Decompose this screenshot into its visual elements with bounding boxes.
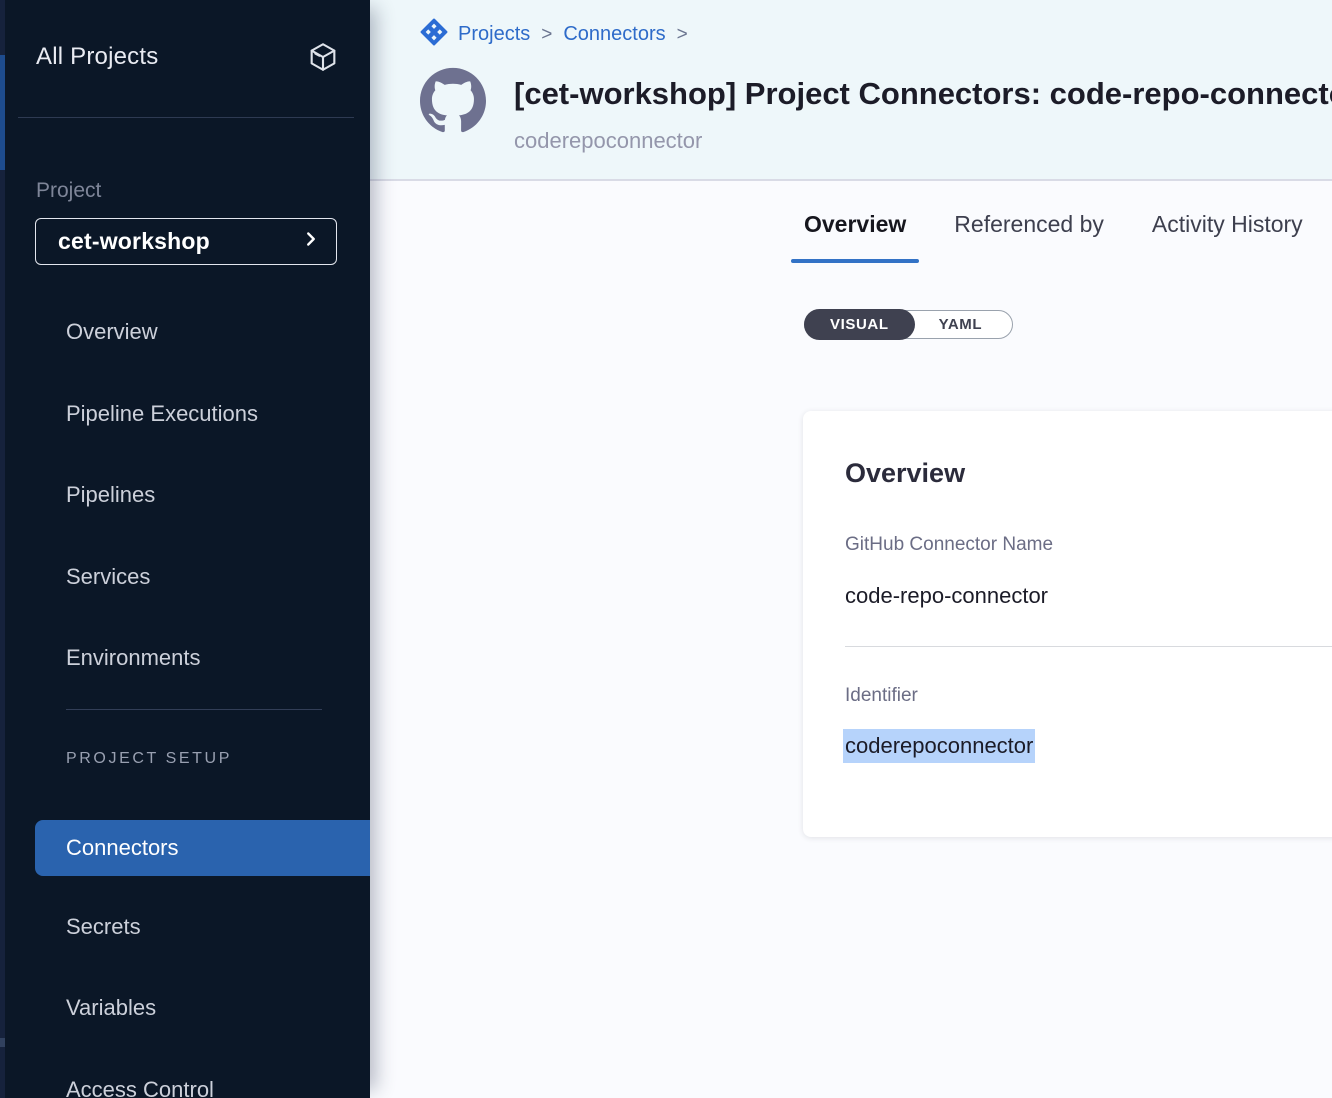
yaml-toggle-button[interactable]: YAML: [915, 316, 1013, 333]
selected-text-highlight: coderepoconnector: [843, 729, 1035, 763]
breadcrumb: Projects > Connectors >: [420, 18, 689, 51]
card-heading: Overview: [845, 458, 1332, 489]
sidebar-item-label: Secrets: [66, 914, 141, 939]
sidebar-divider: [66, 709, 322, 710]
all-projects-label[interactable]: All Projects: [36, 43, 158, 71]
project-selector-value: cet-workshop: [58, 228, 210, 255]
project-selector[interactable]: cet-workshop: [35, 218, 337, 265]
sidebar-item-services[interactable]: Services: [0, 557, 370, 597]
cube-icon[interactable]: [306, 40, 340, 74]
sidebar-item-secrets[interactable]: Secrets: [0, 907, 370, 947]
github-icon: [420, 67, 486, 133]
project-label: Project: [36, 179, 101, 203]
tab-label: Referenced by: [954, 211, 1104, 237]
module-rail-blip: [0, 1038, 5, 1047]
main-content: Overview Referenced by Activity History …: [370, 181, 1332, 1098]
sidebar-item-environments[interactable]: Environments: [0, 638, 370, 678]
page-header: Projects > Connectors > [cet-workshop] P…: [370, 0, 1332, 181]
all-projects-row: All Projects: [36, 40, 340, 74]
sidebar-item-label: Access Control: [66, 1077, 214, 1098]
sidebar-divider: [18, 117, 354, 118]
sidebar-item-label: Pipeline Executions: [66, 401, 258, 426]
sidebar-item-connectors[interactable]: Connectors: [35, 820, 370, 876]
sidebar-item-pipeline-executions[interactable]: Pipeline Executions: [0, 394, 370, 434]
tab-referenced-by[interactable]: Referenced by: [941, 211, 1117, 263]
tab-label: Overview: [804, 211, 906, 237]
sidebar-item-label: Pipelines: [66, 482, 155, 507]
module-rail-highlight: [0, 55, 5, 170]
breadcrumb-link-projects[interactable]: Projects: [458, 23, 530, 46]
page-subtitle: coderepoconnector: [514, 128, 702, 154]
tab-overview[interactable]: Overview: [791, 211, 919, 263]
tab-bar: Overview Referenced by Activity History: [791, 211, 1316, 263]
visual-yaml-toggle: VISUAL YAML: [804, 310, 1013, 339]
sidebar-item-label: Overview: [66, 319, 158, 344]
sidebar-item-label: Services: [66, 564, 150, 589]
chevron-right-icon: [300, 228, 322, 255]
visual-toggle-button[interactable]: VISUAL: [804, 309, 915, 340]
field-label-identifier: Identifier: [845, 685, 1332, 707]
card-divider: [845, 646, 1332, 647]
breadcrumb-separator: >: [676, 24, 689, 46]
sidebar-item-access-control[interactable]: Access Control: [0, 1070, 370, 1098]
breadcrumb-separator: >: [540, 24, 553, 46]
tab-label: Activity History: [1152, 211, 1303, 237]
overview-card: Overview GitHub Connector Name code-repo…: [803, 411, 1332, 837]
breadcrumb-link-connectors[interactable]: Connectors: [563, 23, 665, 46]
harness-diamond-icon: [420, 18, 448, 51]
sidebar: All Projects Project cet-workshop Overvi…: [0, 0, 370, 1098]
field-label-github-connector-name: GitHub Connector Name: [845, 534, 1332, 556]
sidebar-item-overview[interactable]: Overview: [0, 312, 370, 352]
sidebar-item-variables[interactable]: Variables: [0, 988, 370, 1028]
field-value-identifier: coderepoconnector: [845, 729, 1332, 763]
project-setup-section-label: PROJECT SETUP: [66, 750, 232, 768]
sidebar-item-label: Connectors: [66, 835, 179, 860]
sidebar-item-label: Environments: [66, 645, 201, 670]
sidebar-item-pipelines[interactable]: Pipelines: [0, 475, 370, 515]
field-value-github-connector-name: code-repo-connector: [845, 583, 1332, 609]
page-title: [cet-workshop] Project Connectors: code-…: [514, 76, 1332, 118]
tab-activity-history[interactable]: Activity History: [1139, 211, 1316, 263]
sidebar-item-label: Variables: [66, 995, 156, 1020]
